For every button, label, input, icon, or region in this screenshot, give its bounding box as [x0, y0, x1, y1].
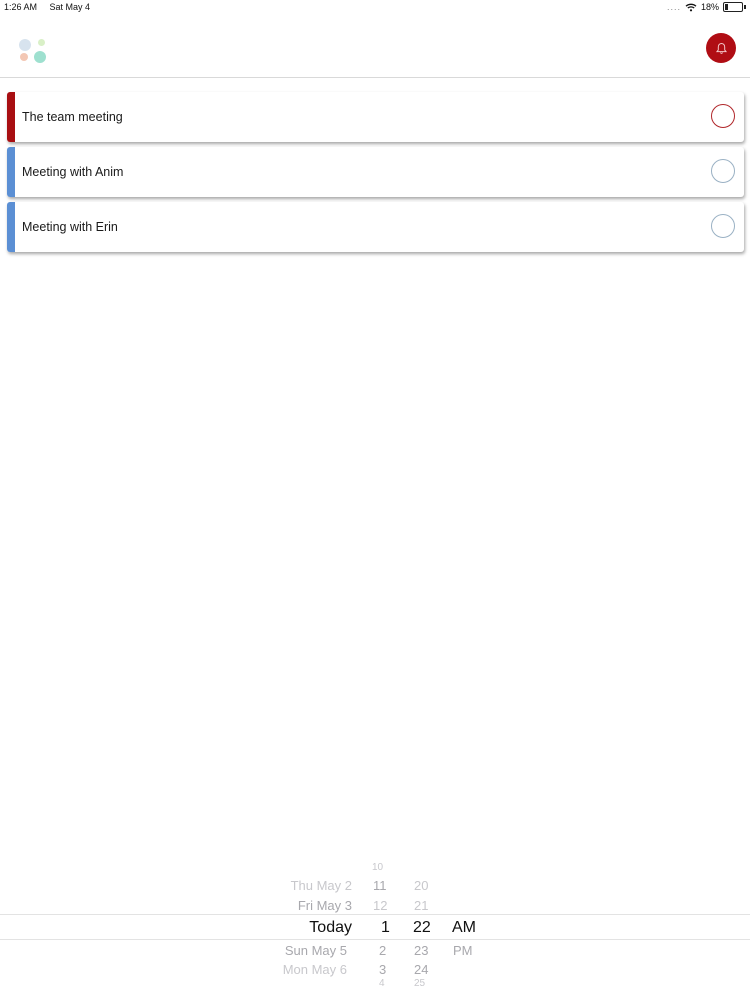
logo-dot-orange: [20, 53, 28, 61]
task-list: The team meeting Meeting with Anim Meeti…: [7, 92, 744, 257]
status-time: 1:26 AM: [4, 2, 38, 12]
task-complete-checkbox[interactable]: [711, 214, 735, 238]
picker-day-option[interactable]: Sun May 5: [285, 943, 347, 958]
picker-hour-option[interactable]: 11: [373, 878, 387, 893]
picker-minute-option[interactable]: 21: [414, 898, 428, 913]
logo-dot-green: [38, 39, 45, 46]
status-left: 1:26 AM Sat May 4: [4, 2, 100, 12]
task-color-bar: [7, 202, 15, 252]
dots-logo-icon[interactable]: [18, 37, 48, 67]
picker-minute-selected[interactable]: 22: [413, 919, 431, 937]
wifi-icon: [685, 3, 697, 11]
picker-minute-option[interactable]: 24: [414, 962, 428, 977]
picker-minute-option[interactable]: 20: [414, 878, 428, 893]
task-complete-checkbox[interactable]: [711, 104, 735, 128]
picker-minute-option[interactable]: 25: [414, 978, 425, 987]
picker-day-option[interactable]: Mon May 6: [283, 962, 347, 977]
picker-hour-option[interactable]: 10: [372, 862, 383, 873]
picker-day-option[interactable]: Thu May 2: [291, 878, 352, 893]
task-item[interactable]: The team meeting: [7, 92, 744, 142]
task-item[interactable]: Meeting with Erin: [7, 202, 744, 252]
picker-hour-selected[interactable]: 1: [381, 919, 390, 937]
logo-dot-blue: [19, 39, 31, 51]
status-right: .... 18%: [667, 2, 746, 12]
signal-dots: ....: [666, 2, 681, 12]
battery-percent: 18%: [700, 2, 719, 12]
picker-selection-band: [0, 914, 750, 940]
bell-icon: [715, 42, 727, 54]
task-color-bar: [7, 92, 15, 142]
task-color-bar: [7, 147, 15, 197]
picker-meridiem-option[interactable]: PM: [453, 943, 473, 958]
task-title: The team meeting: [22, 110, 123, 124]
task-title: Meeting with Erin: [22, 220, 118, 234]
picker-hour-option[interactable]: 2: [379, 943, 386, 958]
picker-day-option[interactable]: Fri May 3: [298, 898, 352, 913]
picker-hour-option[interactable]: 4: [379, 978, 385, 987]
picker-hour-option[interactable]: 12: [373, 898, 387, 913]
task-complete-checkbox[interactable]: [711, 159, 735, 183]
picker-meridiem-selected[interactable]: AM: [452, 919, 476, 937]
task-title: Meeting with Anim: [22, 165, 124, 179]
logo-dot-teal: [34, 51, 46, 63]
notifications-button[interactable]: [706, 33, 736, 63]
picker-minute-option[interactable]: 23: [414, 943, 428, 958]
status-bar: 1:26 AM Sat May 4 .... 18%: [0, 0, 750, 16]
app-header: [0, 20, 750, 78]
battery-tip: [744, 5, 746, 9]
status-date: Sat May 4: [49, 2, 91, 12]
picker-day-selected[interactable]: Today: [309, 919, 352, 937]
task-item[interactable]: Meeting with Anim: [7, 147, 744, 197]
date-time-picker[interactable]: Thu May 2 Fri May 3 Today Sun May 5 Mon …: [0, 862, 750, 987]
battery-icon: [723, 2, 743, 12]
picker-hour-option[interactable]: 3: [379, 962, 386, 977]
